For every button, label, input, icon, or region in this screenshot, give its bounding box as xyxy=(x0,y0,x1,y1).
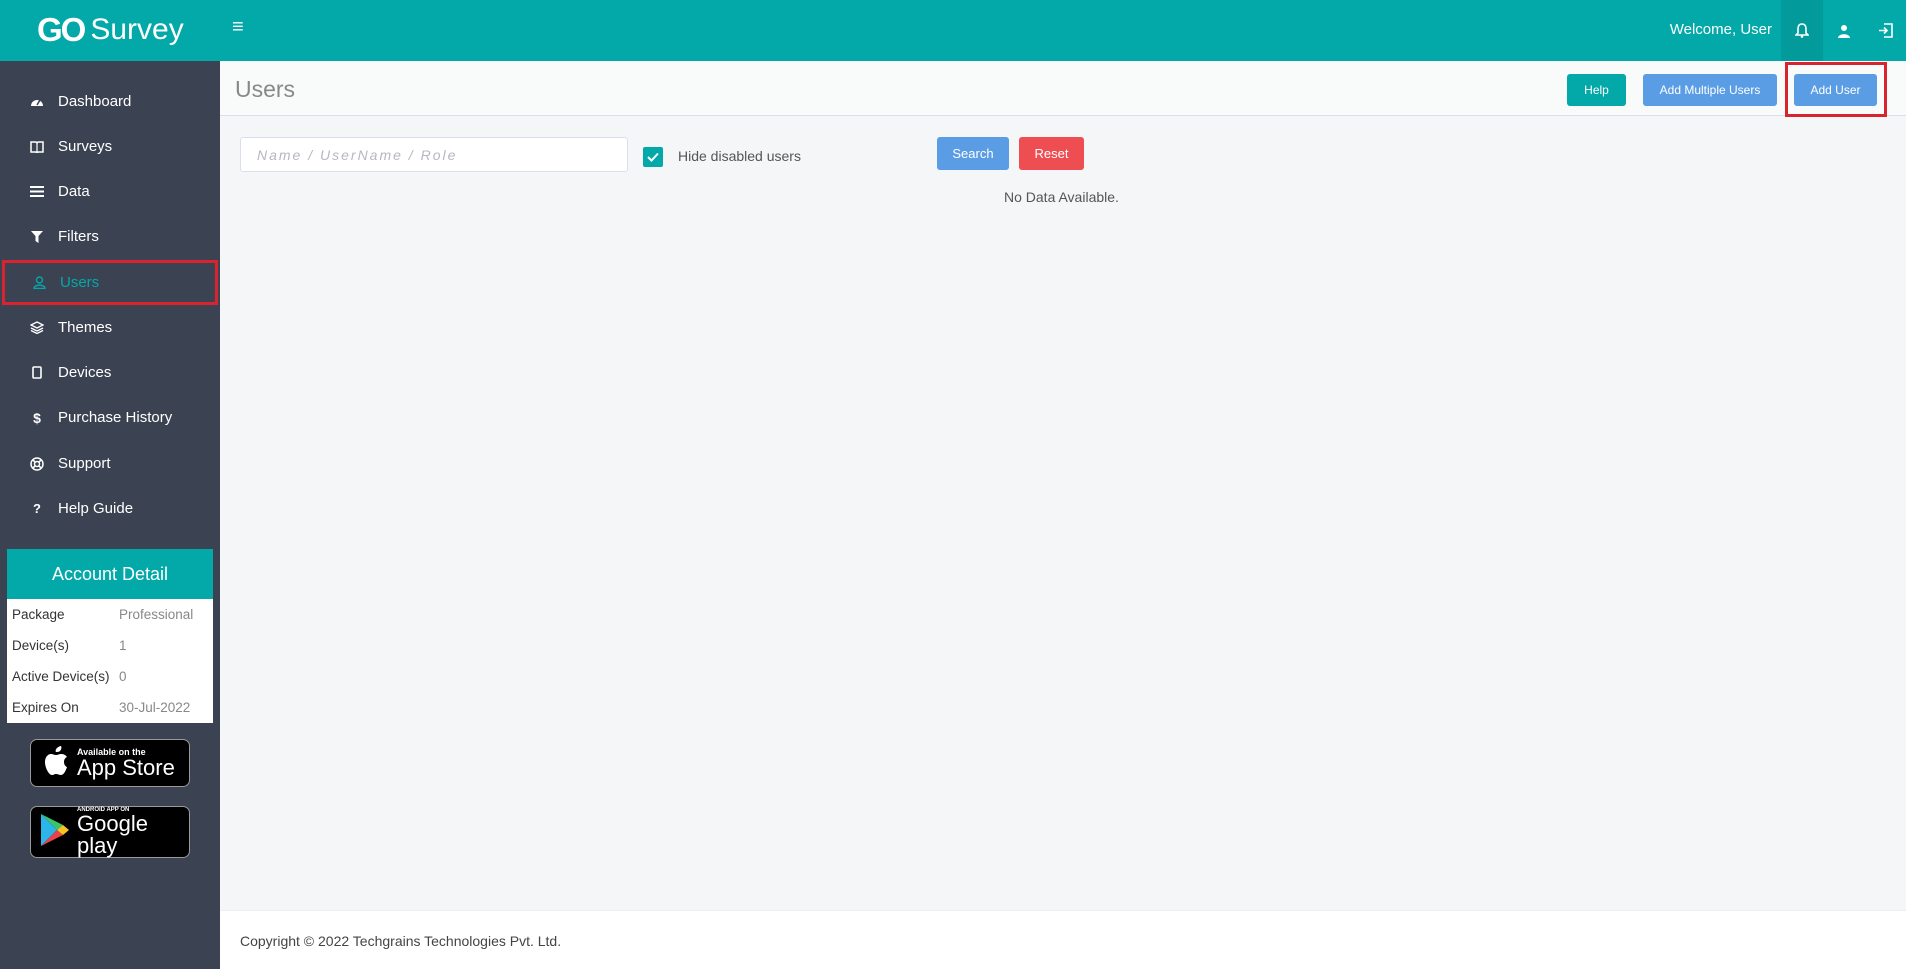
sidebar-item-purchase-history[interactable]: $ Purchase History xyxy=(0,395,220,440)
account-row: Package Professional xyxy=(7,599,213,630)
sidebar-item-label: Themes xyxy=(58,319,113,336)
logout-icon[interactable] xyxy=(1864,0,1906,61)
sidebar-item-label: Support xyxy=(58,455,111,472)
sidebar-item-label: Dashboard xyxy=(58,93,132,110)
sidebar-item-label: Users xyxy=(60,274,100,291)
sidebar-item-label: Data xyxy=(58,183,90,200)
top-bar: GO Survey ≡ Welcome, User xyxy=(0,0,1906,61)
google-play-big-text: Google play xyxy=(77,811,148,858)
layers-icon xyxy=(28,321,46,334)
tablet-icon xyxy=(28,366,46,379)
app-store-big-text: App Store xyxy=(77,755,175,780)
bell-icon[interactable] xyxy=(1781,0,1823,61)
google-play-icon xyxy=(39,812,71,853)
account-key: Device(s) xyxy=(12,638,70,653)
logo-mark: GO xyxy=(37,11,86,48)
account-value: 1 xyxy=(119,638,127,653)
account-key: Expires On xyxy=(12,700,79,715)
logo-text: Survey xyxy=(90,13,184,46)
account-row: Active Device(s) 0 xyxy=(7,661,213,692)
search-button[interactable]: Search xyxy=(937,137,1009,170)
account-value: 0 xyxy=(119,669,127,684)
question-icon: ? xyxy=(33,501,41,516)
book-icon xyxy=(28,140,46,153)
sidebar-item-dashboard[interactable]: Dashboard xyxy=(0,79,220,124)
empty-message: No Data Available. xyxy=(1004,189,1119,205)
account-row: Device(s) 1 xyxy=(7,630,213,661)
add-user-button[interactable]: Add User xyxy=(1794,74,1877,106)
user-icon xyxy=(30,276,48,289)
welcome-text: Welcome, User xyxy=(1669,21,1772,38)
sidebar-item-themes[interactable]: Themes xyxy=(0,305,220,350)
sidebar-item-devices[interactable]: Devices xyxy=(0,350,220,395)
sidebar-item-label: Purchase History xyxy=(58,409,173,426)
footer: Copyright © 2022 Techgrains Technologies… xyxy=(220,910,1906,969)
help-button[interactable]: Help xyxy=(1567,74,1626,106)
dashboard-icon xyxy=(28,96,46,108)
search-input[interactable] xyxy=(240,137,628,172)
hamburger-icon[interactable]: ≡ xyxy=(232,16,244,39)
reset-button[interactable]: Reset xyxy=(1019,137,1084,170)
app-store-badge[interactable]: Available on the App Store xyxy=(30,739,190,787)
logo[interactable]: GO Survey xyxy=(37,10,184,50)
list-icon xyxy=(28,186,46,197)
account-value: 30-Jul-2022 xyxy=(119,700,191,715)
sidebar-item-label: Devices xyxy=(58,364,112,381)
account-row: Expires On 30-Jul-2022 xyxy=(7,692,213,723)
hide-disabled-label: Hide disabled users xyxy=(678,148,801,164)
sidebar-item-label: Help Guide xyxy=(58,500,134,517)
hide-disabled-checkbox[interactable] xyxy=(643,147,663,167)
page-title: Users xyxy=(235,76,296,102)
google-play-badge[interactable]: ANDROID APP ON Google play xyxy=(30,806,190,858)
sidebar-item-data[interactable]: Data xyxy=(0,169,220,214)
sidebar-item-support[interactable]: Support xyxy=(0,441,220,486)
sidebar-item-users[interactable]: Users xyxy=(2,260,218,305)
add-multiple-users-button[interactable]: Add Multiple Users xyxy=(1643,74,1777,106)
dollar-icon: $ xyxy=(33,409,41,426)
sidebar-item-label: Filters xyxy=(58,228,99,245)
account-detail-title: Account Detail xyxy=(7,549,213,599)
account-value: Professional xyxy=(119,607,194,622)
sidebar-item-surveys[interactable]: Surveys xyxy=(0,124,220,169)
filter-icon xyxy=(28,230,46,243)
sidebar-item-label: Surveys xyxy=(58,138,113,155)
account-key: Active Device(s) xyxy=(12,669,110,684)
sidebar-item-filters[interactable]: Filters xyxy=(0,214,220,259)
account-key: Package xyxy=(12,607,65,622)
lifebuoy-icon xyxy=(28,456,46,471)
copyright-text: Copyright © 2022 Techgrains Technologies… xyxy=(240,933,562,949)
apple-icon xyxy=(43,745,69,781)
account-detail-panel: Account Detail Package Professional Devi… xyxy=(7,549,213,723)
sidebar-item-help-guide[interactable]: ? Help Guide xyxy=(0,486,220,531)
user-icon[interactable] xyxy=(1823,0,1865,61)
